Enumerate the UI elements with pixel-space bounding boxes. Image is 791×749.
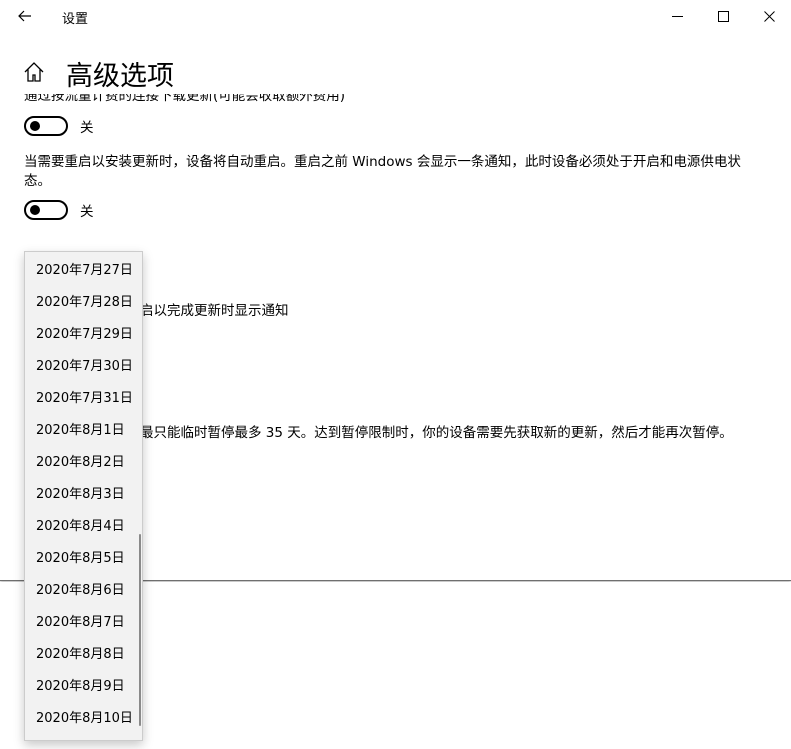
- restart-notification-text: 启以完成更新时显示通知: [140, 303, 289, 319]
- date-dropdown-list[interactable]: 2020年7月27日 2020年7月28日 2020年7月29日 2020年7月…: [24, 251, 143, 741]
- dropdown-scrollbar[interactable]: [139, 534, 141, 726]
- home-button[interactable]: [23, 61, 45, 83]
- metered-connection-text: 通过按流量计费的连接下载更新(可能会收取额外费用): [24, 94, 346, 104]
- auto-restart-text-line2: 态。: [24, 173, 51, 189]
- toggle-knob: [30, 121, 40, 131]
- date-option[interactable]: 2020年8月4日: [25, 511, 142, 543]
- metered-toggle-label: 关: [80, 120, 94, 136]
- date-option[interactable]: 2020年7月27日: [25, 255, 142, 287]
- restart-toggle-row: 关: [24, 199, 94, 221]
- date-option[interactable]: 2020年8月3日: [25, 479, 142, 511]
- close-icon: [763, 10, 775, 22]
- back-button[interactable]: [12, 4, 38, 28]
- app-title: 设置: [62, 12, 89, 27]
- date-option[interactable]: 2020年8月7日: [25, 607, 142, 639]
- metered-toggle[interactable]: [24, 116, 68, 136]
- home-icon: [24, 62, 44, 82]
- page-header: 高级选项: [0, 50, 791, 94]
- back-arrow-icon: [18, 10, 31, 22]
- date-option[interactable]: 2020年7月31日: [25, 383, 142, 415]
- maximize-button[interactable]: [700, 0, 746, 32]
- auto-restart-text-line1: 当需要重启以安装更新时，设备将自动重启。重启之前 Windows 会显示一条通知…: [24, 154, 741, 170]
- date-option[interactable]: 2020年8月6日: [25, 575, 142, 607]
- close-button[interactable]: [746, 0, 791, 32]
- pause-limit-text: 最只能临时暂停最多 35 天。达到暂停限制时，你的设备需要先获取新的更新，然后才…: [140, 425, 733, 441]
- auto-restart-toggle-label: 关: [80, 204, 94, 220]
- date-option[interactable]: 2020年7月28日: [25, 287, 142, 319]
- date-option[interactable]: 2020年8月9日: [25, 671, 142, 703]
- minimize-icon: [671, 15, 683, 17]
- metered-toggle-row: 关: [24, 115, 94, 137]
- title-bar: 设置: [0, 0, 791, 32]
- date-option[interactable]: 2020年8月1日: [25, 415, 142, 447]
- date-option[interactable]: 2020年8月2日: [25, 447, 142, 479]
- date-option[interactable]: 2020年8月5日: [25, 543, 142, 575]
- toggle-knob: [30, 205, 40, 215]
- date-option[interactable]: 2020年8月8日: [25, 639, 142, 671]
- auto-restart-toggle[interactable]: [24, 200, 68, 220]
- maximize-icon: [717, 10, 729, 22]
- date-option[interactable]: 2020年8月10日: [25, 703, 142, 735]
- date-option[interactable]: 2020年7月29日: [25, 319, 142, 351]
- page-title: 高级选项: [66, 61, 174, 92]
- minimize-button[interactable]: [654, 0, 700, 32]
- date-option[interactable]: 2020年7月30日: [25, 351, 142, 383]
